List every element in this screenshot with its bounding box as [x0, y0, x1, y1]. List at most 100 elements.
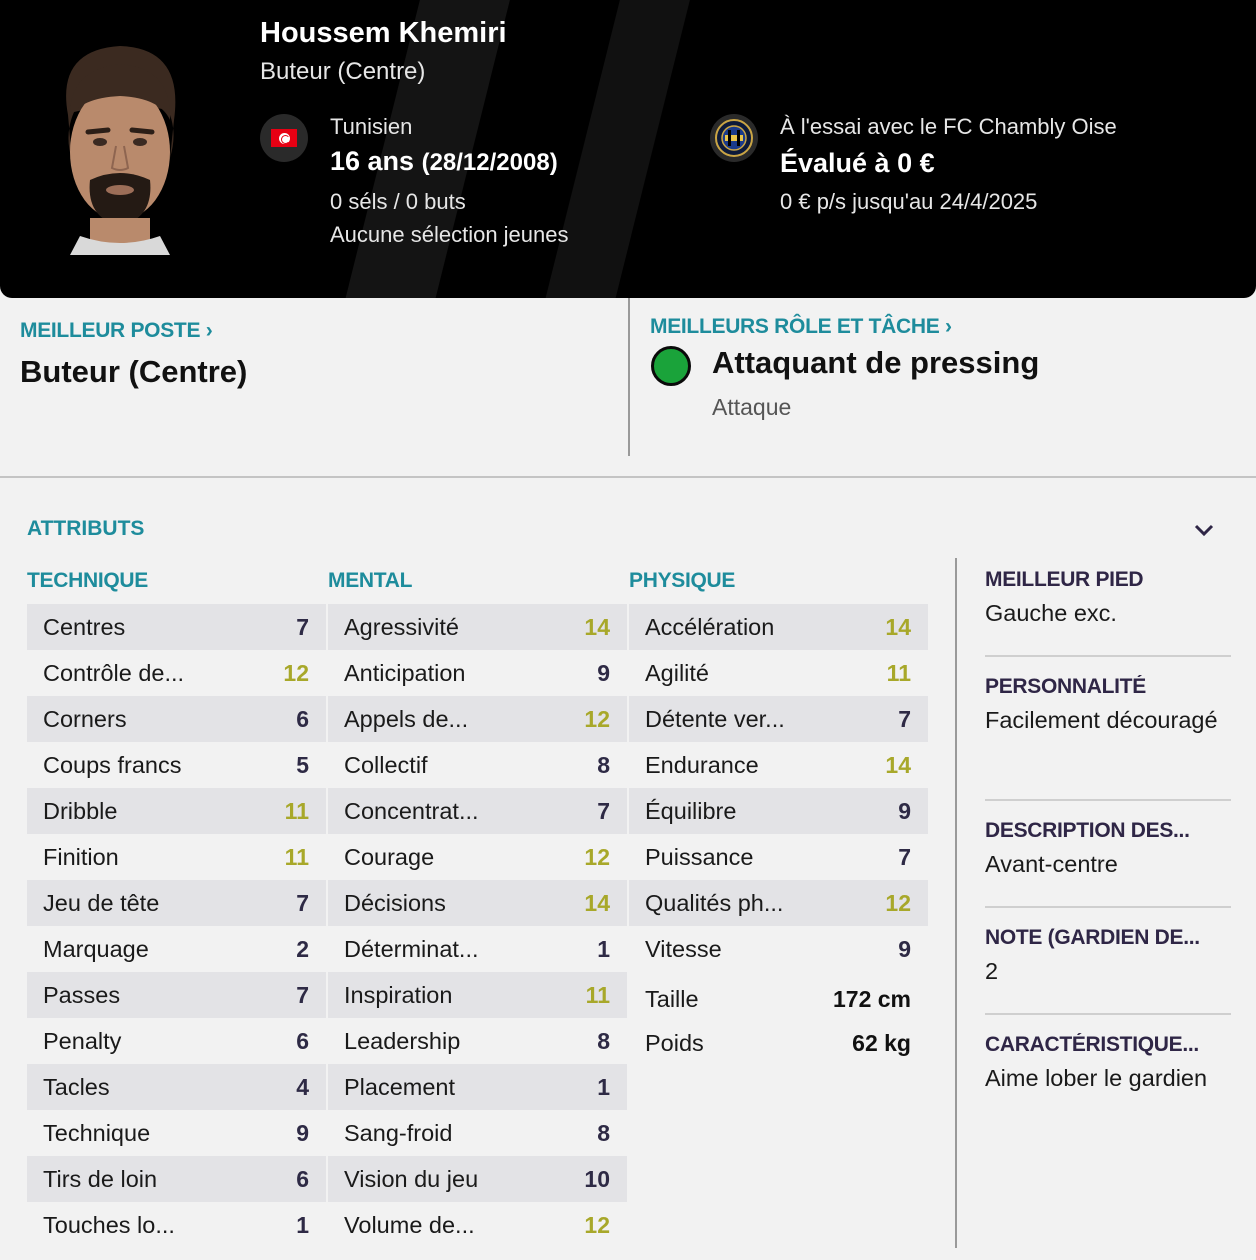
attribute-value: 8: [597, 1027, 610, 1054]
attribute-row[interactable]: Équilibre 9: [629, 788, 928, 834]
player-youth-caps: Aucune sélection jeunes: [330, 222, 569, 247]
attribute-value: 9: [898, 797, 911, 824]
height-value: 172 cm: [832, 985, 911, 1012]
attribute-name: Accélération: [645, 613, 775, 640]
attribute-name: Agressivité: [344, 613, 459, 640]
preferred-foot-block: MEILLEUR PIED Gauche exc.: [985, 568, 1231, 632]
attribute-name: Inspiration: [344, 981, 453, 1008]
player-traits-value: Aime lober le gardien: [985, 1065, 1208, 1091]
technical-attributes-list: Centres 7 Contrôle de... 12 Corners 6 Coups fr…: [27, 604, 326, 1248]
chevron-down-icon[interactable]: [1192, 520, 1216, 540]
attribute-value: 7: [597, 797, 610, 824]
attribute-row[interactable]: Volume de... 12: [328, 1202, 627, 1248]
attribute-row[interactable]: Anticipation 9: [328, 650, 627, 696]
technical-title: TECHNIQUE: [27, 569, 148, 592]
attribute-row[interactable]: Penalty 6: [27, 1018, 326, 1064]
attribute-row[interactable]: Inspiration 11: [328, 972, 627, 1018]
attribute-row[interactable]: Touches lo... 1: [27, 1202, 326, 1248]
attribute-row[interactable]: Accélération 14: [629, 604, 928, 650]
fc-chambly-oise-badge-icon[interactable]: [710, 114, 758, 162]
attribute-row[interactable]: Technique 9: [27, 1110, 326, 1156]
attribute-value: 11: [886, 659, 911, 686]
attribute-name: Courage: [344, 843, 435, 870]
attributes-title: ATTRIBUTS: [27, 517, 145, 540]
attribute-row[interactable]: Concentrat... 7: [328, 788, 627, 834]
role-suitability-icon: [651, 346, 691, 386]
attribute-row[interactable]: Contrôle de... 12: [27, 650, 326, 696]
attribute-row[interactable]: Vision du jeu 10: [328, 1156, 627, 1202]
player-age: 16 ans (28/12/2008): [330, 146, 558, 177]
gk-rating-block: NOTE (GARDIEN DE... 2: [985, 926, 1231, 990]
attribute-name: Agilité: [645, 659, 710, 686]
attribute-value: 7: [296, 613, 309, 640]
player-dob: (28/12/2008): [421, 149, 558, 176]
attribute-value: 12: [283, 659, 309, 686]
attribute-value: 11: [284, 843, 309, 870]
attribute-row[interactable]: Courage 12: [328, 834, 627, 880]
attribute-row[interactable]: Finition 11: [27, 834, 326, 880]
attribute-row[interactable]: Décisions 14: [328, 880, 627, 926]
attribute-name: Jeu de tête: [43, 889, 160, 916]
attribute-value: 9: [296, 1119, 309, 1146]
attribute-name: Sang-froid: [344, 1119, 453, 1146]
attribute-row[interactable]: Collectif 8: [328, 742, 627, 788]
attribute-row[interactable]: Jeu de tête 7: [27, 880, 326, 926]
attribute-name: Vision du jeu: [344, 1165, 479, 1192]
attribute-value: 12: [584, 1211, 610, 1238]
weight-row: Poids 62 kg: [629, 1021, 928, 1065]
attribute-name: Penalty: [43, 1027, 122, 1054]
attribute-value: 9: [597, 659, 610, 686]
attribute-row[interactable]: Appels de... 12: [328, 696, 627, 742]
personality-value: Facilement découragé: [985, 707, 1218, 733]
attribute-name: Passes: [43, 981, 121, 1008]
attribute-value: 14: [885, 613, 911, 640]
attribute-value: 9: [898, 935, 911, 962]
attribute-row[interactable]: Tacles 4: [27, 1064, 326, 1110]
attribute-row[interactable]: Corners 6: [27, 696, 326, 742]
attribute-row[interactable]: Marquage 2: [27, 926, 326, 972]
attribute-name: Technique: [43, 1119, 151, 1146]
attribute-row[interactable]: Agressivité 14: [328, 604, 627, 650]
attribute-row[interactable]: Endurance 14: [629, 742, 928, 788]
attribute-row[interactable]: Dribble 11: [27, 788, 326, 834]
weight-value: 62 kg: [852, 1029, 911, 1056]
club-status[interactable]: À l'essai avec le FC Chambly Oise: [780, 114, 1117, 140]
preferred-foot-value: Gauche exc.: [985, 600, 1117, 626]
attribute-value: 10: [584, 1165, 610, 1192]
attribute-name: Collectif: [344, 751, 428, 778]
gk-rating-label: NOTE (GARDIEN DE...: [985, 926, 1200, 949]
attribute-value: 5: [296, 751, 309, 778]
attribute-row[interactable]: Sang-froid 8: [328, 1110, 627, 1156]
attribute-row[interactable]: Qualités ph... 12: [629, 880, 928, 926]
attribute-name: Qualités ph...: [645, 889, 784, 916]
attribute-value: 8: [597, 1119, 610, 1146]
attribute-row[interactable]: Vitesse 9: [629, 926, 928, 972]
attribute-value: 4: [296, 1073, 309, 1100]
height-label: Taille: [645, 985, 699, 1012]
info-separator: [985, 799, 1231, 801]
attribute-row[interactable]: Tirs de loin 6: [27, 1156, 326, 1202]
attribute-row[interactable]: Centres 7: [27, 604, 326, 650]
attribute-name: Finition: [43, 843, 119, 870]
attribute-row[interactable]: Coups francs 5: [27, 742, 326, 788]
attribute-name: Concentrat...: [344, 797, 479, 824]
attribute-name: Endurance: [645, 751, 759, 778]
attribute-row[interactable]: Déterminat... 1: [328, 926, 627, 972]
attribute-name: Volume de...: [344, 1211, 475, 1238]
attribute-row[interactable]: Leadership 8: [328, 1018, 627, 1064]
attribute-row[interactable]: Détente ver... 7: [629, 696, 928, 742]
best-role-link[interactable]: MEILLEURS RÔLE ET TÂCHE ›: [650, 315, 952, 339]
attribute-row[interactable]: Passes 7: [27, 972, 326, 1018]
info-divider: [955, 558, 957, 1248]
attribute-name: Appels de...: [344, 705, 469, 732]
attribute-row[interactable]: Agilité 11: [629, 650, 928, 696]
attribute-name: Anticipation: [344, 659, 466, 686]
best-position-link[interactable]: MEILLEUR POSTE ›: [20, 319, 213, 343]
best-role-name: Attaquant de pressing: [712, 345, 1040, 380]
attribute-name: Détente ver...: [645, 705, 785, 732]
media-description-block: DESCRIPTION DES... Avant-centre: [985, 819, 1231, 883]
mental-title: MENTAL: [328, 569, 413, 592]
attribute-name: Décisions: [344, 889, 446, 916]
attribute-row[interactable]: Puissance 7: [629, 834, 928, 880]
attribute-row[interactable]: Placement 1: [328, 1064, 627, 1110]
